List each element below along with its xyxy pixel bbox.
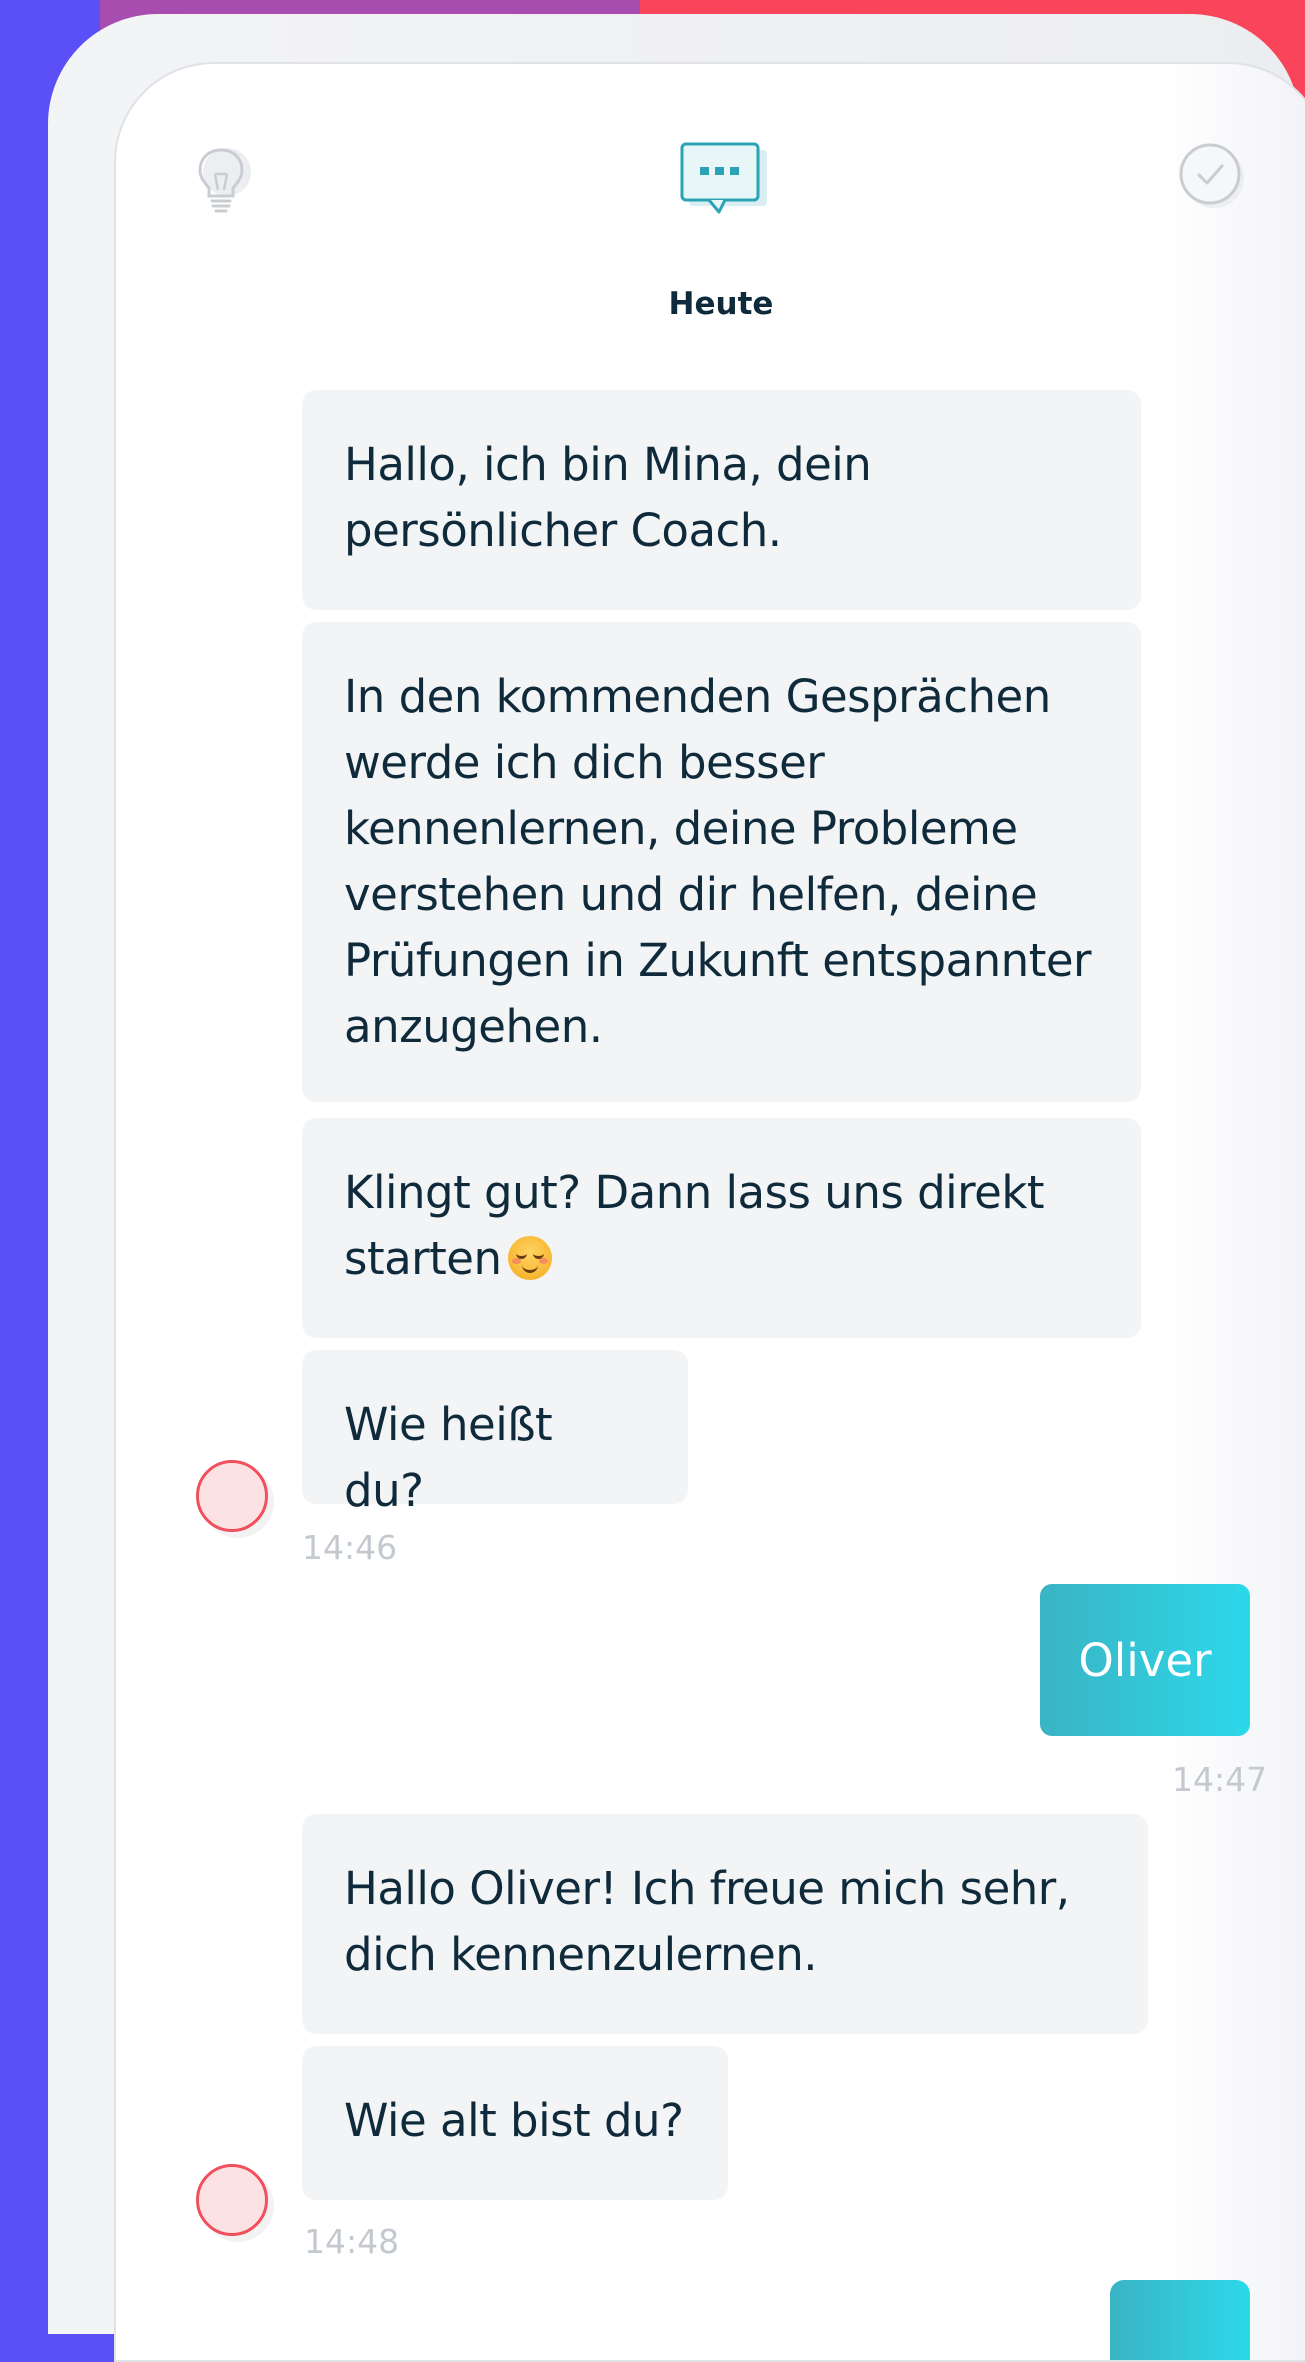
- coach-avatar[interactable]: [196, 1460, 268, 1532]
- coach-message: Wie alt bist du?: [302, 2046, 728, 2200]
- message-text: Oliver: [1078, 1633, 1212, 1687]
- message-text: Wie alt bist du?: [344, 2094, 684, 2147]
- chat-screen[interactable]: Heute Hallo, ich bin Mina, dein persönli…: [114, 62, 1305, 2362]
- message-timestamp: 14:46: [302, 1528, 398, 1567]
- coach-message: In den kommenden Gesprächen werde ich di…: [302, 622, 1141, 1102]
- phone-frame: Heute Hallo, ich bin Mina, dein persönli…: [48, 14, 1305, 2362]
- message-timestamp: 14:48: [304, 2222, 400, 2261]
- coach-message: Klingt gut? Dann lass uns direkt starten: [302, 1118, 1141, 1338]
- message-text: Hallo Oliver! Ich freue mich sehr, dich …: [344, 1862, 1070, 1981]
- lightbulb-icon[interactable]: [194, 144, 252, 216]
- coach-message: Wie heißt du?: [302, 1350, 688, 1517]
- coach-message: Hallo Oliver! Ich freue mich sehr, dich …: [302, 1814, 1148, 2034]
- coach-message: Hallo, ich bin Mina, dein persönlicher C…: [302, 390, 1141, 610]
- smiling-face-emoji: [507, 1236, 552, 1280]
- message-timestamp: 14:47: [1172, 1760, 1268, 1799]
- message-text: Hallo, ich bin Mina, dein persönlicher C…: [344, 438, 872, 557]
- date-separator: Heute: [668, 286, 774, 322]
- checkmark-circle-icon[interactable]: [1178, 142, 1246, 210]
- message-text: Klingt gut? Dann lass uns direkt starten: [344, 1166, 1045, 1285]
- coach-avatar[interactable]: [196, 2164, 268, 2236]
- message-text: Wie heißt du?: [344, 1398, 553, 1517]
- chat-bubble-icon[interactable]: [679, 140, 771, 220]
- user-message-partial: [1110, 2280, 1250, 2360]
- user-message: Oliver: [1040, 1584, 1250, 1736]
- message-text: In den kommenden Gesprächen werde ich di…: [344, 670, 1092, 1053]
